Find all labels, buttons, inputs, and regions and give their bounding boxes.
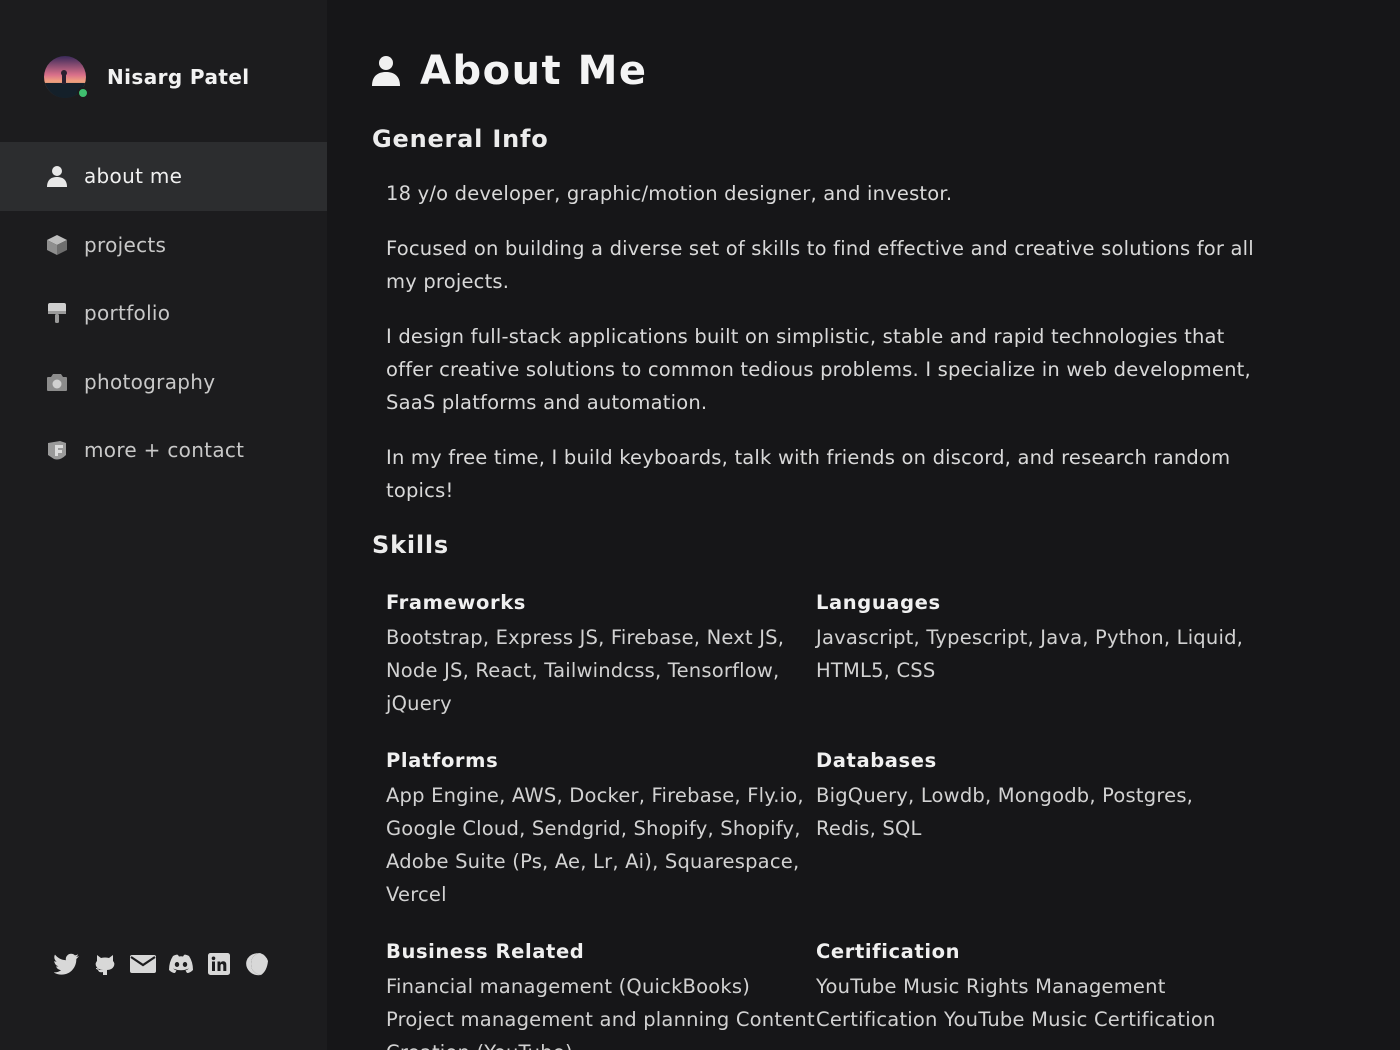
main-content: About Me General Info 18 y/o developer, … (327, 0, 1400, 1050)
user-icon (46, 165, 68, 188)
page-title: About Me (420, 48, 648, 94)
skill-group-list: Bootstrap, Express JS, Firebase, Next JS… (386, 626, 785, 715)
skill-group-title: Databases (816, 749, 937, 772)
bio-paragraph: I design full-stack applications built o… (386, 325, 1251, 414)
twitter-icon[interactable] (54, 951, 80, 977)
id-card-icon (46, 439, 68, 461)
nav-item-photography[interactable]: photography (0, 348, 327, 417)
nav-item-label: photography (84, 369, 216, 394)
social-links (54, 951, 270, 977)
nav-item-portfolio[interactable]: portfolio (0, 279, 327, 348)
skill-group-list: App Engine, AWS, Docker, Firebase, Fly.i… (386, 784, 804, 906)
github-icon[interactable] (92, 951, 118, 977)
cube-icon (46, 234, 68, 256)
skill-group-title: Frameworks (386, 591, 526, 614)
bio-paragraph: 18 y/o developer, graphic/motion designe… (386, 182, 953, 205)
skill-group-title: Languages (816, 591, 941, 614)
skill-group-list: Javascript, Typescript, Java, Python, Li… (816, 626, 1244, 682)
skill-group-certification: Certification YouTube Music Rights Manag… (816, 937, 1246, 1050)
profile-name: Nisarg Patel (107, 65, 250, 89)
nav-item-label: more + contact (84, 438, 245, 463)
online-status-dot (77, 87, 89, 99)
skills-heading: Skills (372, 531, 450, 559)
nav-item-projects[interactable]: projects (0, 211, 327, 280)
nav-item-label: portfolio (84, 301, 171, 326)
user-icon (372, 55, 400, 87)
app: Nisarg Patel about me projects portfolio (0, 0, 1400, 1050)
paint-brush-icon (46, 302, 68, 324)
avatar[interactable] (44, 56, 89, 99)
skill-group-list: YouTube Music Rights Management Certific… (816, 975, 1216, 1031)
skill-group-title: Platforms (386, 749, 499, 772)
skills-grid: Frameworks Bootstrap, Express JS, Fireba… (386, 588, 1246, 1050)
sidebar-nav: about me projects portfolio photography (0, 142, 327, 485)
skill-group-business-related: Business Related Financial management (Q… (386, 937, 816, 1050)
skill-group-languages: Languages Javascript, Typescript, Java, … (816, 588, 1246, 720)
profile[interactable]: Nisarg Patel (44, 56, 250, 99)
page-header: About Me (372, 48, 648, 94)
moon-icon[interactable] (244, 951, 270, 977)
skill-group-title: Certification (816, 940, 961, 963)
skill-group-title: Business Related (386, 940, 585, 963)
nav-item-about-me[interactable]: about me (0, 142, 327, 211)
camera-icon (46, 371, 68, 393)
skill-group-frameworks: Frameworks Bootstrap, Express JS, Fireba… (386, 588, 816, 720)
skill-group-list: Financial management (QuickBooks) Projec… (386, 975, 815, 1050)
general-info-body: 18 y/o developer, graphic/motion designe… (386, 177, 1256, 529)
skill-group-platforms: Platforms App Engine, AWS, Docker, Fireb… (386, 746, 816, 911)
bio-paragraph: In my free time, I build keyboards, talk… (386, 446, 1231, 502)
email-icon[interactable] (130, 951, 156, 977)
skill-group-list: BigQuery, Lowdb, Mongodb, Postgres, Redi… (816, 784, 1194, 840)
linkedin-icon[interactable] (206, 951, 232, 977)
bio-paragraph: Focused on building a diverse set of ski… (386, 237, 1254, 293)
skill-group-databases: Databases BigQuery, Lowdb, Mongodb, Post… (816, 746, 1246, 911)
sidebar: Nisarg Patel about me projects portfolio (0, 0, 327, 1050)
nav-item-more-contact[interactable]: more + contact (0, 416, 327, 485)
general-info-heading: General Info (372, 125, 549, 153)
nav-item-label: projects (84, 232, 167, 257)
discord-icon[interactable] (168, 951, 194, 977)
nav-item-label: about me (84, 164, 183, 189)
